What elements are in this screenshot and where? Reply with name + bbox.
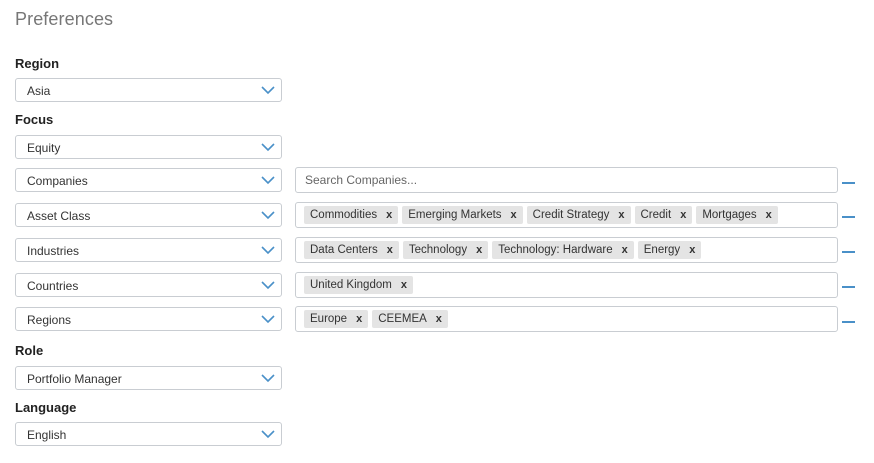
filter-tag: United Kingdom x	[304, 276, 413, 294]
filter-type-select-companies[interactable]: Companies	[15, 168, 282, 192]
region-select-value: Asia	[27, 84, 51, 98]
filter-tag: Data Centers x	[304, 241, 399, 259]
filter-type-select-countries[interactable]: Countries	[15, 273, 282, 297]
close-icon[interactable]: x	[476, 244, 482, 256]
language-select[interactable]: English	[15, 422, 282, 446]
chevron-down-icon	[261, 374, 275, 383]
chevron-down-icon	[261, 281, 275, 290]
filter-tag: Commodities x	[304, 206, 399, 224]
chevron-down-icon	[261, 86, 275, 95]
remove-industries-row-button[interactable]	[842, 251, 855, 253]
filter-type-value: Companies	[27, 174, 88, 188]
role-label: Role	[15, 343, 44, 358]
region-label: Region	[15, 56, 60, 71]
filter-type-value: Countries	[27, 279, 79, 293]
close-icon[interactable]: x	[766, 209, 772, 221]
asset-class-tag-input[interactable]: Commodities x Emerging Markets x Credit Stra…	[295, 202, 838, 228]
close-icon[interactable]: x	[436, 313, 442, 325]
filter-type-value: Regions	[27, 313, 72, 327]
filter-tag-label: Europe	[310, 313, 348, 325]
close-icon[interactable]: x	[356, 313, 362, 325]
remove-companies-row-button[interactable]	[842, 182, 855, 184]
remove-asset-class-row-button[interactable]	[842, 216, 855, 218]
filter-tag: Europe x	[304, 310, 369, 328]
filter-type-select-regions[interactable]: Regions	[15, 307, 282, 331]
language-select-value: English	[27, 428, 67, 442]
filter-type-select-asset-class[interactable]: Asset Class	[15, 203, 282, 227]
region-select[interactable]: Asia	[15, 78, 282, 102]
language-label: Language	[15, 400, 77, 415]
filter-tag-label: Commodities	[310, 209, 378, 221]
filter-type-value: Industries	[27, 244, 80, 258]
filter-tag-label: Mortgages	[702, 209, 757, 221]
filter-tag-label: Credit	[640, 209, 672, 221]
chevron-down-icon	[261, 211, 275, 220]
chevron-down-icon	[261, 246, 275, 255]
filter-tag: Credit Strategy x	[526, 206, 631, 224]
close-icon[interactable]: x	[387, 244, 393, 256]
regions-tag-input[interactable]: Europe x CEEMEA x	[295, 306, 838, 332]
filter-tag-label: United Kingdom	[310, 279, 392, 291]
chevron-down-icon	[261, 430, 275, 439]
close-icon[interactable]: x	[386, 209, 392, 221]
countries-tag-input[interactable]: United Kingdom x	[295, 272, 838, 298]
filter-tag: Technology x	[402, 241, 489, 259]
focus-select[interactable]: Equity	[15, 135, 282, 159]
filter-tag: Energy x	[637, 241, 702, 259]
filter-tag-label: Credit Strategy	[532, 209, 610, 221]
filter-type-value: Asset Class	[27, 209, 91, 223]
companies-search-placeholder: Search Companies...	[305, 173, 418, 187]
chevron-down-icon	[261, 143, 275, 152]
chevron-down-icon	[261, 176, 275, 185]
filter-tag: CEEMEA x	[372, 310, 448, 328]
remove-regions-row-button[interactable]	[842, 321, 855, 323]
remove-countries-row-button[interactable]	[842, 286, 855, 288]
focus-select-value: Equity	[27, 141, 61, 155]
filter-tag: Technology: Hardware x	[492, 241, 634, 259]
filter-tag-label: Energy	[643, 244, 681, 256]
filter-tag-label: Data Centers	[310, 244, 378, 256]
filter-tag-label: Technology	[408, 244, 468, 256]
chevron-down-icon	[261, 315, 275, 324]
industries-tag-input[interactable]: Data Centers x Technology x Technology: Hard…	[295, 237, 838, 263]
filter-tag-label: Technology: Hardware	[498, 244, 613, 256]
filter-type-select-industries[interactable]: Industries	[15, 238, 282, 262]
filter-tag-label: CEEMEA	[378, 313, 427, 325]
close-icon[interactable]: x	[511, 209, 517, 221]
filter-tag: Credit x	[634, 206, 693, 224]
filter-tag-label: Emerging Markets	[408, 209, 502, 221]
filter-tag: Emerging Markets x	[402, 206, 523, 224]
close-icon[interactable]: x	[622, 244, 628, 256]
companies-search-input[interactable]: Search Companies...	[295, 167, 838, 193]
close-icon[interactable]: x	[680, 209, 686, 221]
role-select-value: Portfolio Manager	[27, 372, 122, 386]
focus-label: Focus	[15, 112, 54, 127]
preferences-page: Preferences Region Asia Focus Equity Com…	[0, 0, 874, 463]
page-title: Preferences	[15, 9, 114, 29]
role-select[interactable]: Portfolio Manager	[15, 366, 282, 390]
close-icon[interactable]: x	[618, 209, 624, 221]
close-icon[interactable]: x	[401, 279, 407, 291]
close-icon[interactable]: x	[689, 244, 695, 256]
filter-tag: Mortgages x	[696, 206, 778, 224]
